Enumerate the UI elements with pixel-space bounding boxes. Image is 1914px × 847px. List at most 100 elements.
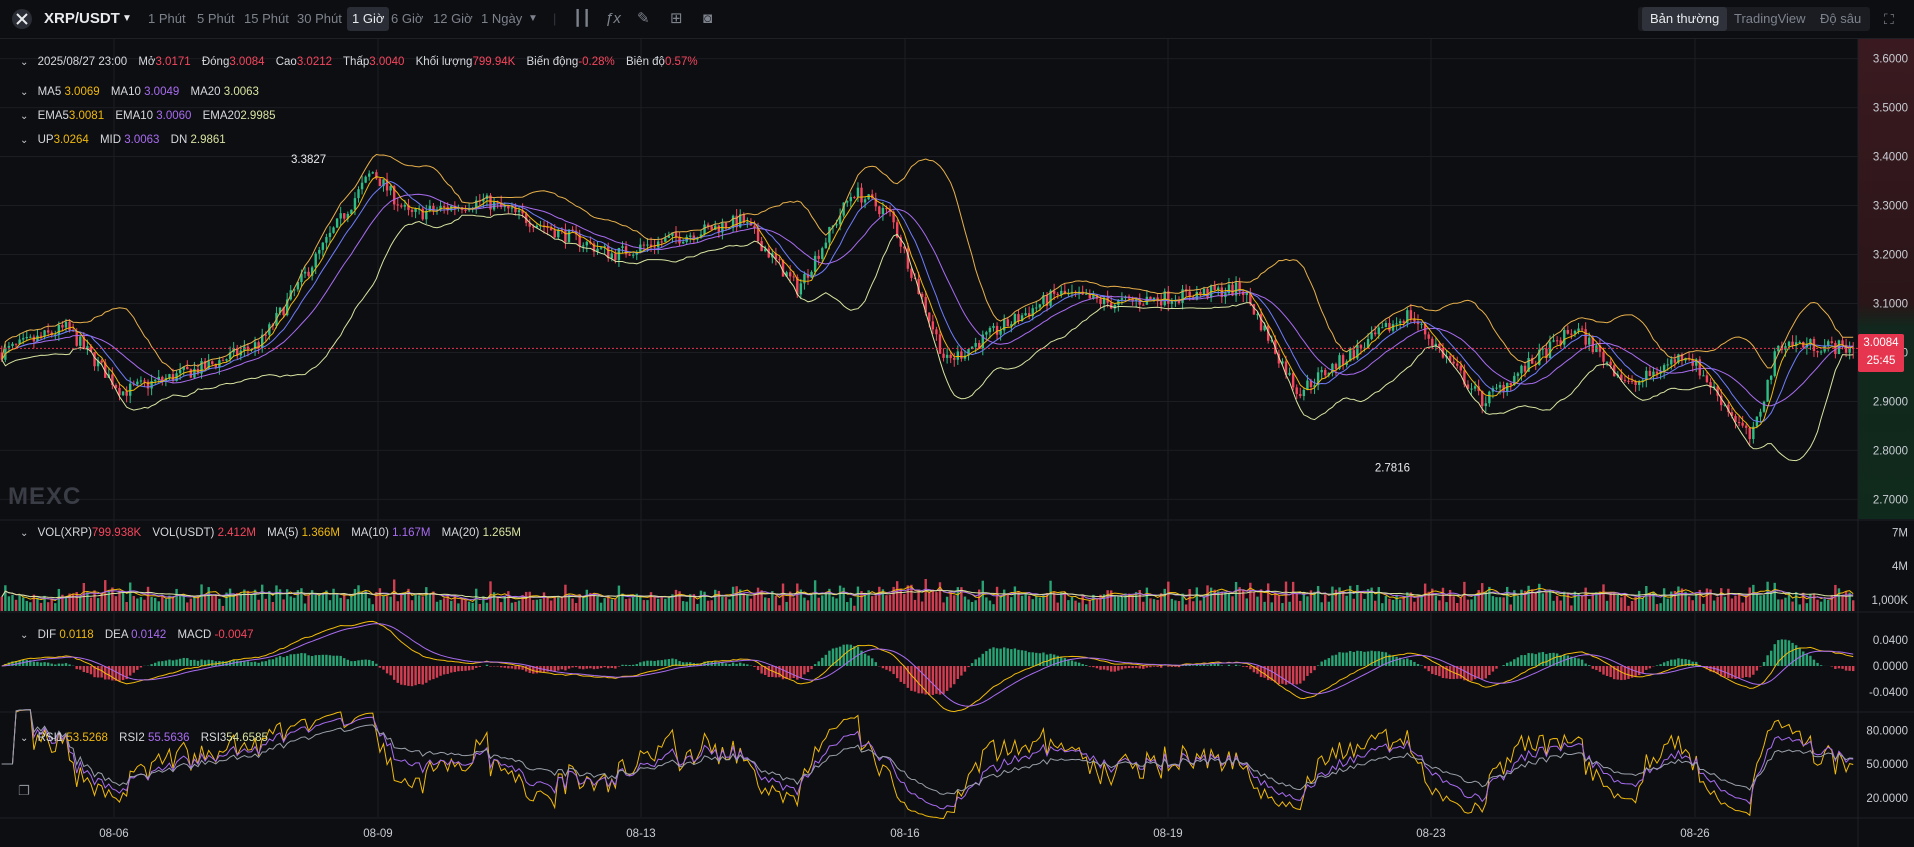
- macd-histogram-bar: [389, 666, 392, 676]
- volume-bar: [895, 581, 899, 611]
- indicator-fx-icon[interactable]: ƒx: [605, 0, 621, 38]
- volume-bar: [328, 600, 332, 611]
- volume-bar: [318, 594, 321, 611]
- macd-histogram-bar: [660, 660, 663, 666]
- chevron-down-icon[interactable]: ⌄: [20, 733, 28, 744]
- macd-histogram-bar: [129, 666, 132, 676]
- chevron-down-icon[interactable]: ⌄: [20, 135, 28, 146]
- volume-bar: [1035, 596, 1038, 611]
- chevron-down-icon[interactable]: ▼: [122, 0, 132, 38]
- volume-bar: [532, 599, 535, 611]
- interval-5m[interactable]: 5 Phút: [197, 0, 235, 38]
- macd-histogram-bar: [1302, 666, 1306, 681]
- macd-histogram-bar: [1406, 658, 1409, 666]
- macd-histogram-bar: [200, 659, 203, 666]
- volume-bar: [1359, 592, 1363, 611]
- macd-histogram-bar: [1748, 666, 1751, 678]
- chevron-down-icon[interactable]: ⌄: [20, 528, 28, 539]
- chevron-down-icon[interactable]: ⌄: [20, 57, 28, 68]
- layers-icon[interactable]: ❐: [18, 783, 36, 801]
- macd-histogram-bar: [592, 666, 596, 670]
- chevron-down-icon[interactable]: ⌄: [20, 111, 28, 122]
- view-basic[interactable]: Bản thường: [1642, 7, 1728, 31]
- candle-body: [1495, 387, 1498, 389]
- volume-bar: [207, 587, 210, 611]
- volume-bar: [949, 592, 952, 611]
- camera-icon[interactable]: ◙: [703, 0, 712, 38]
- macd-histogram-bar: [196, 660, 200, 666]
- volume-bar: [714, 589, 717, 611]
- macd-histogram-bar: [321, 654, 325, 666]
- volume-bar: [1730, 598, 1734, 611]
- draw-pencil-icon[interactable]: ✎: [637, 0, 650, 38]
- volume-bar: [981, 580, 984, 611]
- view-depth[interactable]: Độ sâu: [1812, 7, 1869, 31]
- macd-histogram-bar: [453, 666, 457, 673]
- volume-bar: [903, 593, 906, 611]
- candle-body: [1302, 389, 1306, 397]
- macd-histogram-bar: [639, 662, 642, 666]
- interval-15m[interactable]: 15 Phút: [244, 0, 289, 38]
- volume-bar: [624, 599, 628, 611]
- fullscreen-icon[interactable]: ⛶: [1884, 0, 1894, 38]
- candle-body: [1038, 304, 1042, 308]
- volume-bar: [514, 601, 517, 611]
- volume-bar: [856, 586, 860, 611]
- volume-bar: [1816, 599, 1819, 611]
- volume-bar: [1759, 595, 1762, 611]
- macd-histogram-bar: [1356, 650, 1359, 666]
- macd-histogram-bar: [36, 661, 39, 666]
- macd-histogram-bar: [1127, 666, 1131, 668]
- volume-bar: [104, 580, 107, 611]
- interval-12h[interactable]: 12 Giờ: [433, 0, 473, 38]
- interval-1h[interactable]: 1 Giờ: [347, 7, 390, 31]
- volume-bar: [535, 599, 539, 611]
- candle-body: [442, 206, 446, 208]
- interval-30m[interactable]: 30 Phút: [297, 0, 342, 38]
- macd-histogram-bar: [1573, 657, 1577, 666]
- volume-bar: [1063, 592, 1067, 611]
- candle-body: [1459, 365, 1463, 371]
- macd-histogram-bar: [1395, 656, 1398, 666]
- volume-bar: [392, 579, 396, 611]
- volume-bar: [1167, 581, 1170, 611]
- volume-bar: [1620, 597, 1623, 611]
- macd-histogram-bar: [585, 666, 589, 669]
- volume-bar: [596, 596, 599, 611]
- candle-body: [211, 361, 214, 365]
- macd-histogram-bar: [1327, 658, 1331, 666]
- volume-bar: [1488, 586, 1491, 611]
- interval-1d[interactable]: 1 Ngày: [481, 0, 522, 38]
- candle-body: [664, 237, 667, 242]
- interval-1m[interactable]: 1 Phút: [148, 0, 186, 38]
- candle-body: [1841, 340, 1844, 345]
- volume-bar: [992, 604, 995, 611]
- macd-histogram-bar: [717, 663, 721, 666]
- volume-bar: [1752, 584, 1755, 611]
- chevron-down-icon[interactable]: ⌄: [20, 630, 28, 641]
- candle-body: [396, 204, 399, 206]
- volume-bar: [674, 589, 678, 611]
- candle-body: [1509, 382, 1512, 386]
- candle-type-icon[interactable]: ┃┃: [573, 0, 591, 38]
- volume-bar: [79, 595, 82, 611]
- volume-bar: [1766, 581, 1769, 611]
- layout-grid-icon[interactable]: ⊞: [670, 0, 683, 38]
- macd-histogram-bar: [1213, 663, 1216, 666]
- macd-histogram-bar: [1284, 666, 1288, 685]
- pair-selector[interactable]: XRP/USDT: [44, 0, 120, 38]
- view-tradingview[interactable]: TradingView: [1726, 7, 1814, 31]
- chevron-down-icon[interactable]: ⌄: [20, 87, 28, 98]
- chevron-down-icon[interactable]: ▼: [528, 0, 538, 38]
- price-tick-label: 3.2000: [1873, 250, 1908, 262]
- candle-body: [878, 206, 881, 215]
- candle-countdown: 25:45: [1866, 355, 1896, 367]
- interval-6h[interactable]: 6 Giờ: [391, 0, 423, 38]
- kline-chart[interactable]: 3.6000 3.5000 3.4000 3.3000 3.2000 3.1000 3.00…: [0, 39, 1914, 847]
- macd-histogram-bar: [731, 662, 735, 666]
- candle-body: [828, 226, 831, 243]
- volume-bar: [1266, 583, 1270, 611]
- macd-histogram-bar: [599, 666, 603, 669]
- macd-histogram-bar: [1505, 662, 1509, 666]
- volume-bar: [64, 597, 68, 611]
